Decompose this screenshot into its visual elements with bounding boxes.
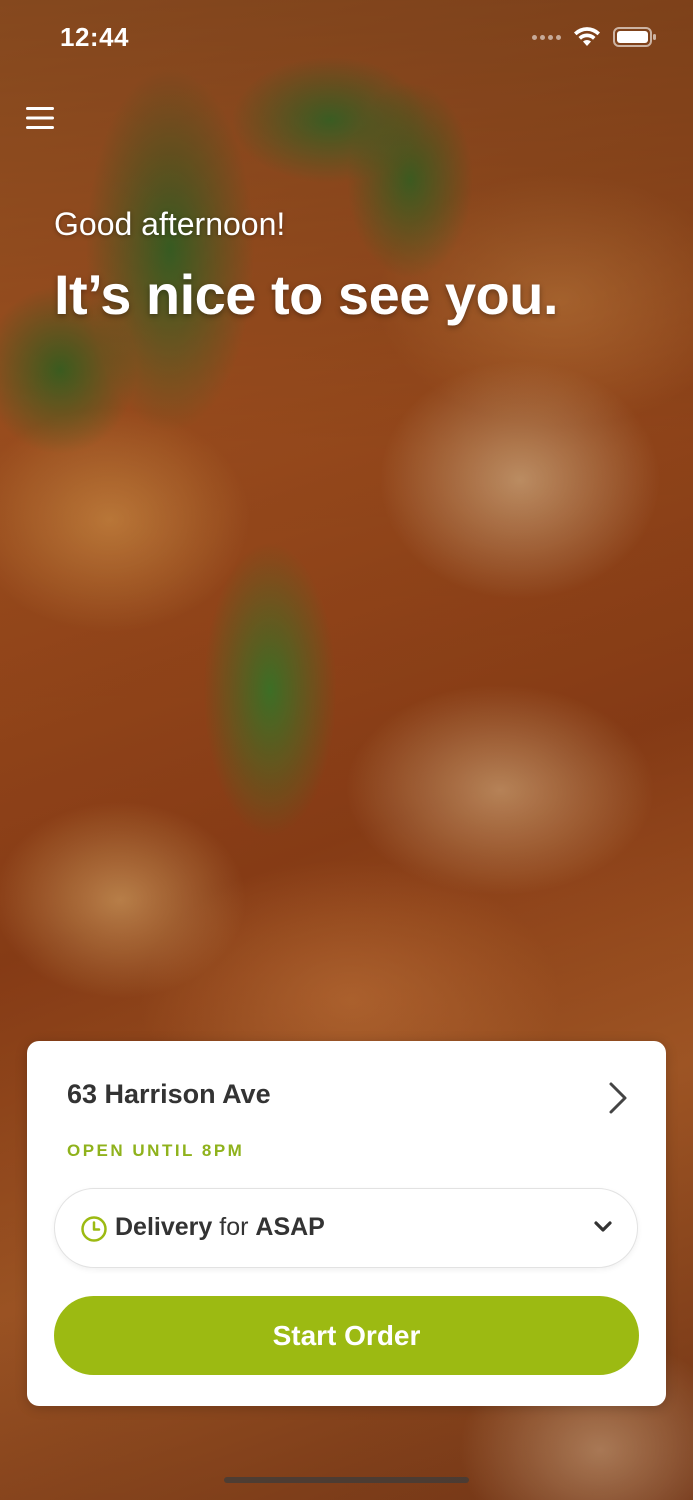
- hamburger-menu-icon[interactable]: [26, 104, 56, 132]
- order-mode-time: ASAP: [255, 1213, 325, 1241]
- home-indicator: [224, 1477, 469, 1483]
- battery-icon: [613, 27, 656, 47]
- location-card: 63 Harrison Ave OPEN UNTIL 8PM Delivery …: [27, 1041, 666, 1406]
- chevron-down-icon: [594, 1221, 612, 1232]
- status-time: 12:44: [60, 22, 129, 52]
- status-icons: [532, 26, 657, 48]
- status-bar: 12:44: [0, 0, 693, 80]
- wifi-icon: [574, 27, 600, 46]
- signal-icon: [532, 34, 561, 40]
- home-screen: 12:44 Good afternoon! It’s nice to see y…: [0, 0, 693, 1500]
- headline-text: It’s nice to see you.: [54, 263, 559, 326]
- location-name: 63 Harrison Ave: [67, 1079, 271, 1109]
- order-mode-text: Delivery for ASAP: [115, 1213, 325, 1242]
- chevron-right-icon: [609, 1082, 627, 1114]
- location-selector[interactable]: 63 Harrison Ave: [67, 1077, 630, 1117]
- order-mode-type: Delivery: [115, 1213, 213, 1241]
- start-order-button[interactable]: Start Order: [54, 1296, 639, 1375]
- clock-icon: [81, 1216, 107, 1242]
- order-mode-dropdown[interactable]: Delivery for ASAP: [54, 1188, 638, 1268]
- open-status-label: OPEN UNTIL 8PM: [67, 1141, 245, 1160]
- greeting-text: Good afternoon!: [54, 206, 286, 242]
- order-mode-connector: for: [219, 1213, 249, 1241]
